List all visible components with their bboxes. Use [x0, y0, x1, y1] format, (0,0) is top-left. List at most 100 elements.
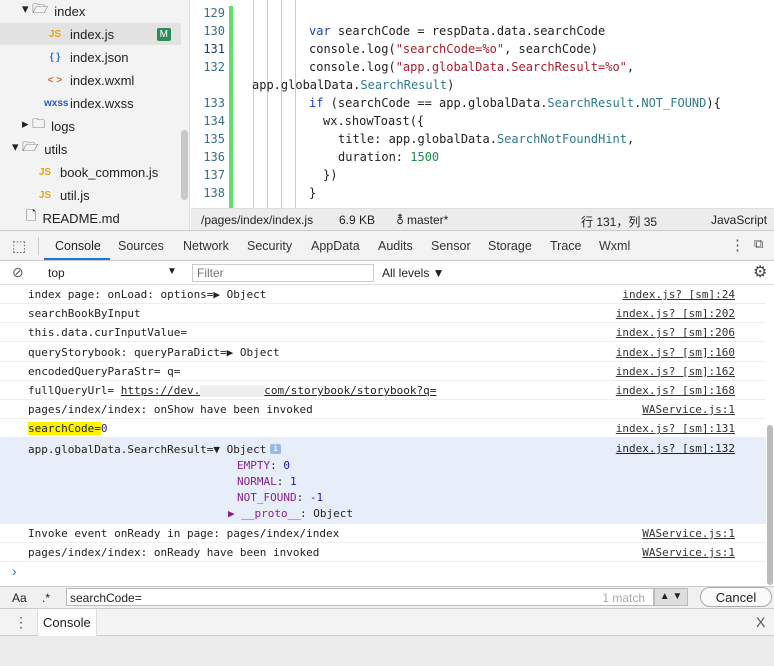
line-number: 131	[203, 42, 225, 56]
close-icon[interactable]: X	[756, 614, 765, 630]
tree-item-label: index.wxml	[70, 72, 135, 88]
more-menu-icon[interactable]: ⋮	[730, 236, 745, 254]
tab-wxml[interactable]: Wxml	[599, 239, 630, 253]
proto-expander[interactable]: ▶ __proto__	[228, 507, 301, 520]
source-link[interactable]: index.js? [sm]:168	[616, 384, 735, 397]
source-link[interactable]: index.js? [sm]:24	[622, 288, 735, 301]
prev-next-match-buttons[interactable]: ▲ ▼	[654, 588, 688, 606]
tab-trace[interactable]: Trace	[550, 239, 582, 253]
tree-item[interactable]: ▸ 🗀 logs	[0, 115, 181, 137]
source-link[interactable]: WAService.js:1	[642, 403, 735, 416]
tab-audits[interactable]: Audits	[378, 239, 413, 253]
code-token: (searchCode == app.globalData.	[323, 96, 548, 110]
regex-toggle[interactable]: .*	[42, 591, 50, 605]
source-link[interactable]: WAService.js:1	[642, 546, 735, 559]
console-row[interactable]: this.data.curInputValue= index.js? [sm]:2…	[0, 323, 766, 343]
console-row[interactable]: queryStorybook: queryParaDict=▶ Object in…	[0, 343, 766, 362]
drawer-tab-console[interactable]: Console	[37, 609, 97, 636]
tree-item[interactable]: wxss index.wxss	[0, 92, 181, 114]
console-scrollbar[interactable]	[767, 425, 773, 585]
drawer-menu-icon[interactable]: ⋮	[14, 614, 28, 631]
source-link[interactable]: WAService.js:1	[642, 527, 735, 540]
code-line[interactable]: wx.showToast({	[323, 114, 424, 128]
log-text: this.data.curInputValue=	[28, 326, 187, 340]
source-link[interactable]: index.js? [sm]:206	[616, 326, 735, 339]
log-text: queryStorybook: queryParaDict=▶ Object	[28, 345, 280, 359]
git-branch[interactable]: master*	[407, 213, 448, 227]
tree-item-label: index	[54, 3, 86, 19]
tab-storage[interactable]: Storage	[488, 239, 532, 253]
tab-sources[interactable]: Sources	[118, 239, 164, 253]
code-token: console.log(	[309, 42, 396, 56]
filter-input[interactable]	[192, 264, 374, 282]
inspect-element-icon[interactable]: ⬚	[12, 237, 26, 255]
source-link[interactable]: index.js? [sm]:131	[616, 422, 735, 435]
clear-console-icon[interactable]: ⊘	[12, 264, 24, 281]
object-property: EMPTY: 0	[237, 459, 290, 472]
tab-appdata[interactable]: AppData	[311, 239, 360, 253]
wxml-file-icon: < >	[47, 74, 63, 86]
search-input[interactable]: searchCode= 1 match	[66, 588, 654, 606]
console-row[interactable]: encodedQueryParaStr= q= index.js? [sm]:16…	[0, 362, 766, 381]
code-token: "app.globalData.SearchResult=%o"	[395, 60, 627, 74]
file-tree-scrollbar[interactable]	[181, 130, 188, 200]
code-line[interactable]: title: app.globalData.SearchNotFoundHint…	[338, 132, 634, 146]
tree-item[interactable]: 🗋 README.md	[0, 207, 181, 229]
source-link[interactable]: index.js? [sm]:202	[616, 307, 735, 320]
tree-item[interactable]: ▾ 🗁 index	[0, 0, 181, 22]
tree-item[interactable]: < > index.wxml	[0, 69, 181, 91]
source-link[interactable]: index.js? [sm]:160	[616, 346, 735, 359]
console-object-row[interactable]: app.globalData.SearchResult=▼ Object i i…	[0, 438, 766, 524]
cancel-search-button[interactable]: Cancel	[700, 587, 772, 607]
url-link[interactable]: https://dev.	[121, 384, 200, 397]
code-line[interactable]: if (searchCode == app.globalData.SearchR…	[309, 96, 721, 110]
url-link[interactable]: com/storybook/storybook?q=	[264, 384, 436, 397]
code-line[interactable]: console.log("searchCode=%o", searchCode)	[309, 42, 598, 56]
code-token: })	[323, 168, 338, 182]
log-text: fullQueryUrl=	[28, 384, 121, 397]
console-row[interactable]: searchBookByInput index.js? [sm]:202	[0, 304, 766, 324]
language-mode[interactable]: JavaScript	[711, 213, 767, 227]
console-row[interactable]: fullQueryUrl= https://dev. com/storybook/…	[0, 381, 766, 400]
tree-item[interactable]: JS book_common.js	[0, 161, 181, 183]
console-row[interactable]: searchCode=0 index.js? [sm]:131	[0, 419, 766, 439]
tab-security[interactable]: Security	[247, 239, 292, 253]
drawer-bar: ⋮ Console X	[0, 608, 774, 636]
console-row[interactable]: Invoke event onReady in page: pages/inde…	[0, 524, 766, 543]
property-value: -1	[309, 491, 324, 504]
cursor-position[interactable]: 行 131，列 35	[581, 213, 657, 230]
console-row[interactable]: pages/index/index: onReady have been inv…	[0, 543, 766, 562]
modified-badge: M	[156, 27, 171, 41]
log-text: pages/index/index: onReady have been inv…	[28, 546, 320, 559]
tree-item[interactable]: ▾ 🗁 utils	[0, 138, 181, 160]
gear-icon[interactable]: ⚙	[753, 262, 767, 282]
code-line[interactable]: var searchCode = respData.data.searchCod…	[309, 24, 605, 38]
tab-network[interactable]: Network	[183, 239, 229, 253]
tree-item[interactable]: { } index.json	[0, 46, 181, 68]
source-link[interactable]: index.js? [sm]:132	[616, 442, 735, 455]
code-editor[interactable]: 129 130 var searchCode = respData.data.sea…	[191, 0, 774, 208]
code-token: console.log(	[309, 60, 396, 74]
info-icon[interactable]: i	[270, 444, 282, 454]
tab-sensor[interactable]: Sensor	[431, 239, 471, 253]
console-prompt[interactable]: ›	[12, 563, 17, 579]
tree-item[interactable]: JS index.js M	[0, 23, 181, 45]
console-row[interactable]: pages/index/index: onShow have been invo…	[0, 400, 766, 420]
undock-icon[interactable]: ⧉	[754, 236, 763, 252]
proto-value: : Object	[300, 507, 353, 520]
code-line[interactable]: })	[323, 168, 337, 182]
tab-console[interactable]: Console	[55, 239, 101, 253]
console-row[interactable]: index page: onLoad: options=▶ Object inde…	[0, 285, 766, 304]
match-case-toggle[interactable]: Aa	[12, 591, 27, 605]
code-line[interactable]: }	[309, 186, 316, 200]
code-line[interactable]: console.log("app.globalData.SearchResult…	[309, 60, 634, 74]
code-line[interactable]: app.globalData.SearchResult)	[252, 78, 454, 92]
code-token: SearchNotFoundHint	[496, 132, 627, 146]
log-levels-select[interactable]: All levels ▼	[382, 266, 445, 280]
source-link[interactable]: index.js? [sm]:162	[616, 365, 735, 378]
property-value: 0	[283, 459, 290, 472]
tree-item[interactable]: JS util.js	[0, 184, 181, 206]
chevron-down-icon[interactable]: ▼	[167, 266, 177, 277]
context-select[interactable]: top	[48, 266, 65, 280]
code-line[interactable]: duration: 1500	[338, 150, 439, 164]
